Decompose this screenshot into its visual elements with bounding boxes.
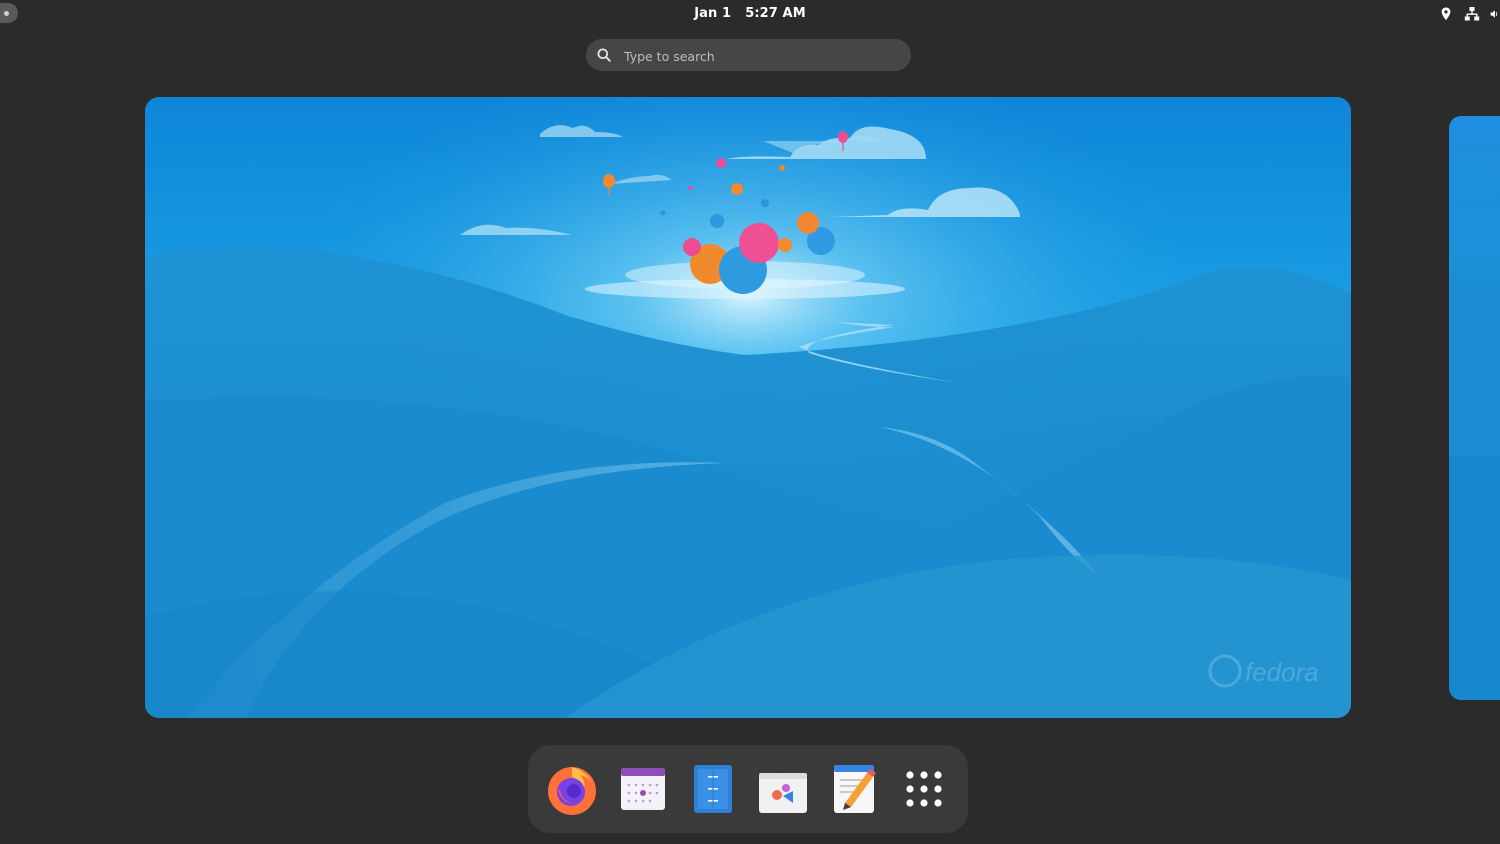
dash <box>528 745 968 833</box>
workspace-thumbnail-current[interactable]: fedora <box>145 97 1351 718</box>
show-apps-grid-icon <box>906 771 942 807</box>
top-bar: Jan 1 5:27 AM <box>0 0 1500 28</box>
clock-date: Jan 1 <box>694 6 732 21</box>
search-box[interactable] <box>586 39 911 73</box>
wallpaper-slice <box>1449 256 1500 456</box>
workspace-thumbnail-next[interactable] <box>1449 116 1500 700</box>
search-input[interactable] <box>622 39 896 73</box>
dash-app-files[interactable] <box>683 759 743 819</box>
firefox-icon <box>548 767 596 815</box>
system-tray[interactable] <box>1438 5 1500 23</box>
software-store-icon <box>759 763 807 813</box>
text-editor-icon <box>834 765 876 813</box>
dash-app-calendar[interactable] <box>613 759 673 819</box>
volume-icon[interactable] <box>1490 6 1500 22</box>
svg-text:fedora: fedora <box>1245 657 1319 687</box>
dash-app-text-editor[interactable] <box>824 759 884 819</box>
dash-app-firefox[interactable] <box>542 759 602 819</box>
dash-app-software[interactable] <box>753 759 813 819</box>
calendar-icon <box>621 768 665 810</box>
network-icon[interactable] <box>1464 6 1480 22</box>
files-icon <box>694 765 732 813</box>
search-icon <box>597 48 611 62</box>
clock[interactable]: Jan 1 5:27 AM <box>0 6 1500 21</box>
location-icon[interactable] <box>1438 6 1454 22</box>
clock-time: 5:27 AM <box>745 6 806 21</box>
dash-show-apps-button[interactable] <box>894 759 954 819</box>
wallpaper-image: fedora <box>145 97 1351 718</box>
